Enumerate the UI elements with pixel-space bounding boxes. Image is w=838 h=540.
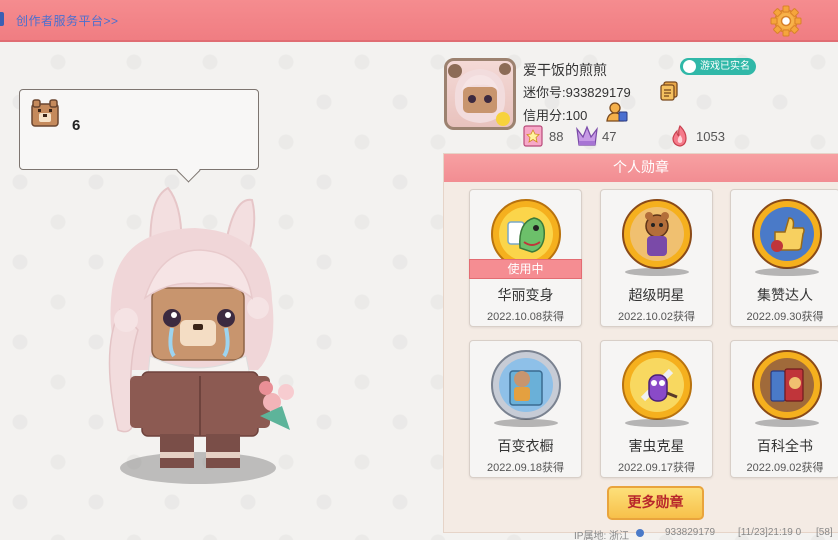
crown-hands-icon	[576, 125, 598, 146]
badge-date: 2022.09.30获得	[746, 311, 824, 323]
medal-shadow	[755, 419, 819, 427]
footer-time: [11/23]21:19 0	[738, 527, 802, 538]
copy-icon[interactable]	[660, 81, 678, 101]
badge-panel-title: 个人勋章	[444, 154, 838, 182]
popularity-stat: 1053	[669, 125, 739, 147]
badge-date: 2022.09.18获得	[486, 462, 565, 474]
wardrobe-medal-icon	[491, 350, 561, 420]
book-medal-icon	[752, 350, 822, 420]
speech-bubble: 6	[19, 89, 259, 170]
medal-shadow	[494, 419, 558, 427]
followers-count: 47	[602, 129, 617, 144]
profile-avatar[interactable]	[444, 58, 516, 130]
nickname: 爱干饭的煎煎	[523, 62, 607, 78]
badge-date: 2022.09.02获得	[746, 462, 824, 474]
mini-id: 迷你号:933829179	[523, 85, 631, 100]
star-medal-icon	[622, 199, 692, 269]
badge-name: 百科全书	[757, 438, 813, 454]
person-info-icon[interactable]	[606, 102, 628, 122]
badge-card-1[interactable]: 使用中 华丽变身 2022.10.08获得	[469, 189, 582, 327]
player-avatar-figure	[108, 186, 294, 484]
medal-shadow	[625, 419, 689, 427]
badge-card-3[interactable]: 集赞达人 2022.09.30获得	[730, 189, 838, 327]
footer-id: 933829179	[665, 527, 716, 538]
likes-stat: 88	[522, 125, 572, 147]
badge-date: 2022.10.08获得	[486, 311, 565, 323]
medal-shadow	[755, 268, 819, 276]
likes-count: 88	[549, 129, 564, 144]
more-badges-button[interactable]: 更多勋章	[607, 486, 704, 520]
thumbs-up-medal-icon	[752, 199, 822, 269]
medal-shadow	[625, 268, 689, 276]
badge-name: 百变衣橱	[497, 438, 554, 454]
footer-extra: [58]	[816, 527, 833, 538]
avatar-portrait-icon	[448, 63, 511, 126]
badge-panel: 个人勋章 使用中 华丽变身 2022.10.08获得 超级明星 2022.10.	[443, 153, 838, 533]
flame-icon	[672, 125, 687, 147]
bug-medal-icon	[622, 350, 692, 420]
back-marker[interactable]	[0, 12, 4, 26]
badge-date: 2022.09.17获得	[617, 462, 696, 474]
badge-name: 集赞达人	[757, 287, 813, 303]
top-bar: 创作者服务平台>>	[0, 0, 838, 42]
in-use-tag: 使用中	[469, 259, 582, 279]
badge-name: 华丽变身	[497, 287, 554, 303]
realname-badge-label: 游戏已实名	[700, 61, 750, 72]
like-card-icon	[523, 125, 543, 147]
location-pin-icon	[636, 529, 644, 537]
popularity-count: 1053	[696, 129, 725, 144]
badge-card-2[interactable]: 超级明星 2022.10.02获得	[600, 189, 713, 327]
badge-name: 超级明星	[628, 287, 685, 303]
bear-head-icon	[31, 99, 59, 127]
credit-score: 信用分:100	[523, 108, 588, 123]
badge-date: 2022.10.02获得	[617, 311, 696, 323]
user-check-icon	[683, 60, 696, 73]
ip-location: IP属地: 浙江	[574, 531, 630, 540]
realname-badge: 游戏已实名	[680, 58, 756, 75]
gear-icon[interactable]	[770, 5, 802, 37]
badge-name: 害虫克星	[628, 438, 685, 454]
followers-stat: 47	[575, 125, 625, 147]
creator-platform-link[interactable]: 创作者服务平台>>	[16, 12, 119, 29]
badge-card-5[interactable]: 害虫克星 2022.09.17获得	[600, 340, 713, 478]
badge-card-4[interactable]: 百变衣橱 2022.09.18获得	[469, 340, 582, 478]
badge-card-6[interactable]: 百科全书 2022.09.02获得	[730, 340, 838, 478]
bubble-count: 6	[72, 117, 81, 134]
